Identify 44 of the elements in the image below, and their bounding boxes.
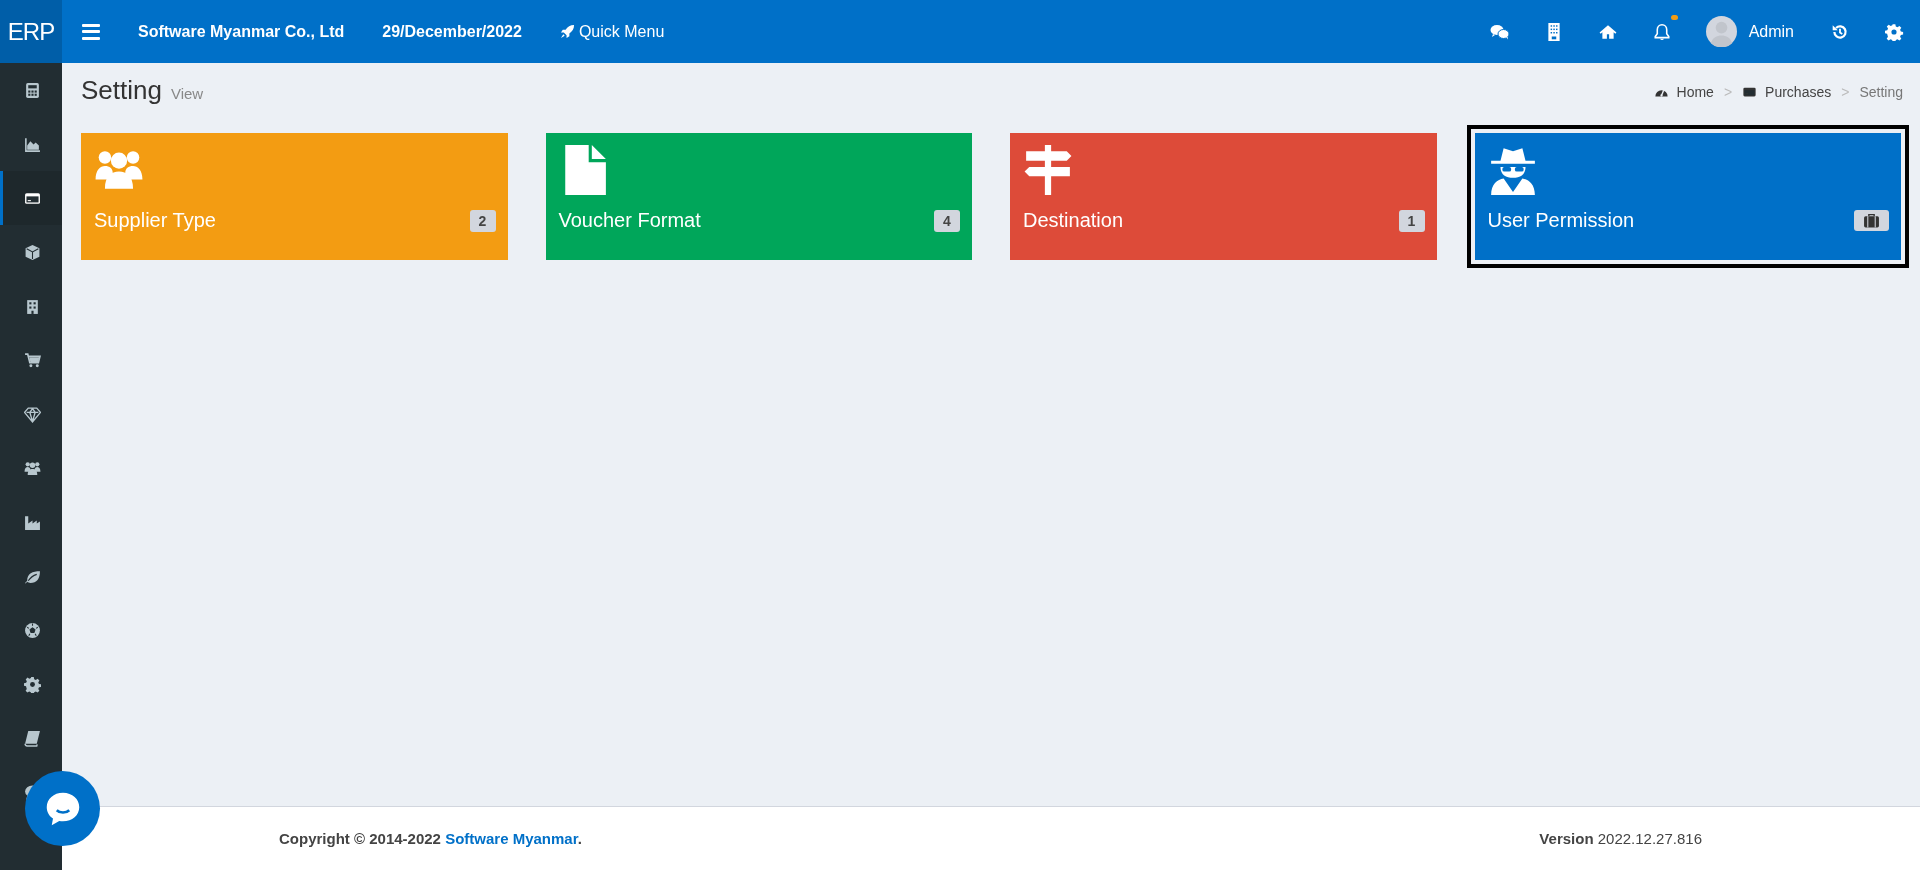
building-icon	[24, 297, 41, 315]
briefcase-icon	[1863, 213, 1880, 228]
book-icon	[24, 729, 41, 747]
count-badge: 2	[469, 209, 496, 232]
page-subtitle: View	[170, 85, 204, 102]
gear-icon	[1884, 22, 1904, 41]
count-badge: 4	[934, 209, 960, 232]
card-label: Supplier Type	[94, 209, 216, 232]
breadcrumb-link[interactable]: Purchases	[1765, 84, 1832, 100]
card-label: Destination	[1023, 209, 1124, 232]
company-link[interactable]: Software Myanmar	[445, 830, 578, 847]
users-icon	[24, 459, 41, 477]
cube-icon	[24, 243, 41, 261]
chat-bubbles-icon[interactable]	[1489, 22, 1510, 41]
soccer-ball-icon	[24, 621, 41, 639]
user-menu[interactable]: Admin	[1705, 16, 1794, 47]
calculator-icon	[24, 81, 41, 99]
logo[interactable]: ERP	[0, 0, 62, 63]
area-chart-icon	[24, 135, 41, 153]
credit-card-icon	[1742, 85, 1758, 99]
signpost-icon	[1023, 145, 1073, 195]
card-label: User Permission	[1487, 209, 1635, 232]
sidebar-item[interactable]	[0, 171, 62, 225]
breadcrumb-separator: >	[1841, 84, 1850, 100]
bell-icon[interactable]	[1651, 22, 1672, 41]
history-icon[interactable]	[1830, 22, 1850, 41]
card-label: Voucher Format	[558, 209, 701, 232]
copyright-text: Copyright © 2014-2022 Software Myanmar.	[279, 830, 582, 847]
cart-icon	[24, 351, 41, 369]
breadcrumb-link[interactable]: Home	[1676, 84, 1714, 100]
avatar-icon	[1705, 16, 1737, 47]
gear-icon	[24, 675, 41, 693]
quick-menu-button[interactable]: Quick Menu	[559, 22, 665, 41]
diamond-icon	[24, 405, 41, 423]
version-text: Version 2022.12.27.816	[1539, 830, 1702, 847]
menu-icon[interactable]	[82, 23, 100, 40]
rocket-icon	[559, 24, 575, 39]
company-name: Software Myanmar Co., Ltd	[138, 22, 345, 41]
breadcrumb-separator: >	[1723, 84, 1733, 100]
current-date: 29/December/2022	[382, 22, 522, 41]
factory-icon	[24, 513, 41, 531]
count-badge: 1	[1398, 209, 1425, 232]
setting-card[interactable]: User Permission	[1466, 125, 1909, 268]
page-title: Setting	[81, 75, 162, 106]
